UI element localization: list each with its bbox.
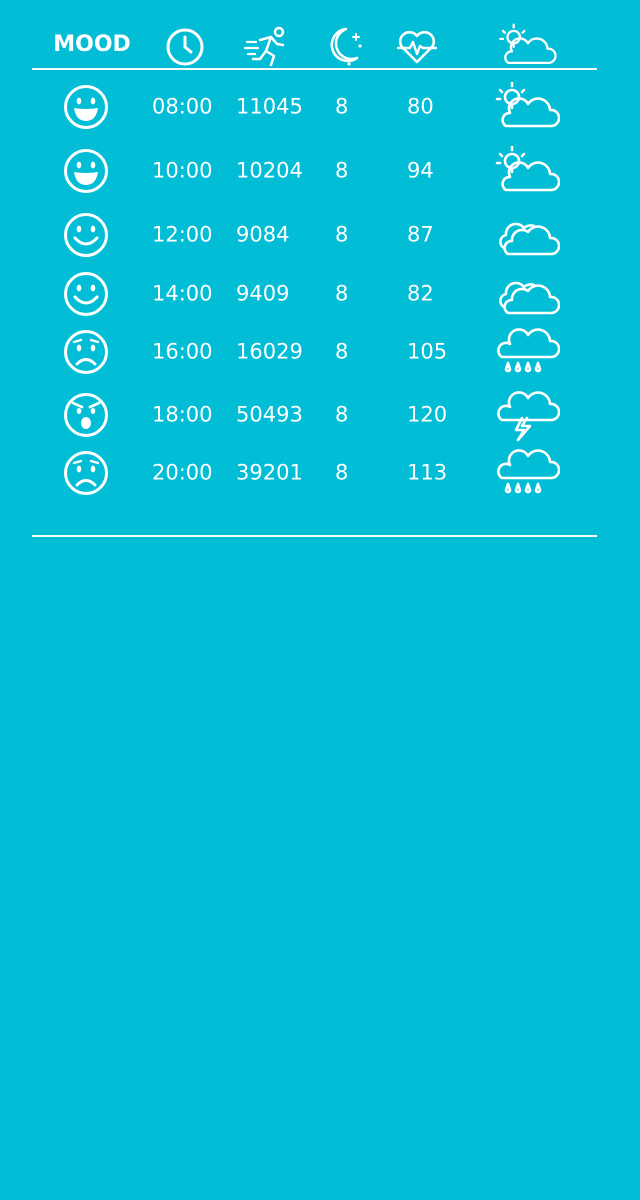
partly-sunny-icon — [495, 81, 560, 128]
time-value: 10:00 — [152, 158, 213, 183]
heart-rate-value: 113 — [407, 460, 448, 485]
sleep-value: 8 — [335, 460, 349, 485]
time-value: 16:00 — [152, 339, 213, 364]
sad-face-icon — [64, 330, 108, 374]
sleep-value: 8 — [335, 339, 349, 364]
cloudy-icon — [499, 222, 560, 256]
steps-value: 11045 — [236, 94, 303, 119]
steps-value: 9409 — [236, 281, 290, 306]
table-row: 20:00 39201 8 113 — [0, 443, 640, 503]
sleep-value: 8 — [335, 402, 349, 427]
time-value: 12:00 — [152, 222, 213, 247]
heart-rate-value: 82 — [407, 281, 434, 306]
steps-value: 16029 — [236, 339, 303, 364]
rain-icon — [497, 449, 560, 494]
table-row: 16:00 16029 8 105 — [0, 322, 640, 382]
rain-icon — [497, 328, 560, 373]
sad-face-icon — [64, 451, 108, 495]
sleep-value: 8 — [335, 222, 349, 247]
steps-value: 10204 — [236, 158, 303, 183]
heart-rate-value: 105 — [407, 339, 448, 364]
footer-divider — [32, 535, 597, 537]
table-row: 12:00 9084 8 87 — [0, 205, 640, 265]
sleep-value: 8 — [335, 94, 349, 119]
steps-value: 50493 — [236, 402, 303, 427]
time-value: 18:00 — [152, 402, 213, 427]
sleep-value: 8 — [335, 281, 349, 306]
steps-value: 9084 — [236, 222, 290, 247]
time-value: 08:00 — [152, 94, 213, 119]
partly-sunny-icon — [495, 145, 560, 192]
big-smile-face-icon — [64, 149, 108, 193]
smile-face-icon — [64, 213, 108, 257]
thunderstorm-icon — [497, 391, 560, 442]
mood-tracker-screen: MOOD 08:00 11045 8 80 10:00 10204 8 94 1… — [0, 0, 640, 1200]
table-row: 10:00 10204 8 94 — [0, 141, 640, 201]
smile-face-icon — [64, 272, 108, 316]
heart-rate-value: 94 — [407, 158, 434, 183]
sleep-value: 8 — [335, 158, 349, 183]
heart-rate-value: 80 — [407, 94, 434, 119]
mood-table: 08:00 11045 8 80 10:00 10204 8 94 12:00 … — [0, 0, 640, 540]
table-row: 08:00 11045 8 80 — [0, 77, 640, 137]
cloudy-icon — [499, 281, 560, 315]
time-value: 14:00 — [152, 281, 213, 306]
heart-rate-value: 87 — [407, 222, 434, 247]
table-row: 18:00 50493 8 120 — [0, 385, 640, 445]
heart-rate-value: 120 — [407, 402, 448, 427]
big-smile-face-icon — [64, 85, 108, 129]
table-row: 14:00 9409 8 82 — [0, 264, 640, 324]
angry-face-icon — [64, 393, 108, 437]
time-value: 20:00 — [152, 460, 213, 485]
steps-value: 39201 — [236, 460, 303, 485]
